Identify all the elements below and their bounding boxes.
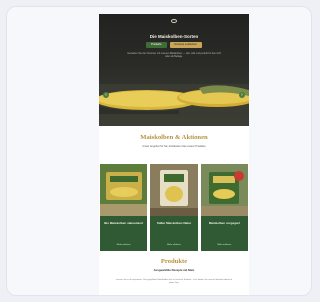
corn-image (99, 84, 249, 114)
product-image (200, 164, 248, 216)
product-card[interactable]: Süßer Maiskolben Natur Mehr erfahren (150, 164, 198, 251)
brand-logo (161, 18, 187, 31)
product-cta-link[interactable]: Mehr erfahren (209, 244, 240, 247)
products-button[interactable]: Produkte (146, 42, 167, 48)
product-name: Süßer Maiskolben Natur (156, 221, 192, 225)
recipes-section-subtitle: Ausgewählte Rezepte mit Mais (153, 268, 195, 272)
logo-mark-icon (171, 19, 177, 23)
product-card[interactable]: Maiskolben vorgegart Mehr erfahren (200, 164, 248, 251)
product-image (150, 164, 198, 216)
recipes-section-title: Produkte (160, 258, 188, 265)
email-preview: Die Maiskolben-Sorten Produkte Rezepte e… (99, 14, 249, 295)
product-name: Maiskolben vorgegart (208, 221, 240, 225)
product-image (100, 164, 148, 216)
product-card[interactable]: Bio Maiskolben vakuumiert Mehr erfahren (100, 164, 148, 251)
hero-banner: Die Maiskolben-Sorten Produkte Rezepte e… (99, 14, 249, 126)
products-section-title: Maiskolben & Aktionen (140, 134, 208, 141)
hero-buttons: Produkte Rezepte entdecken (99, 42, 249, 48)
recipes-section-text: Lassen Sie sich inspirieren: Von gegrill… (115, 279, 233, 284)
recipes-button[interactable]: Rezepte entdecken (169, 42, 202, 48)
product-grid: Bio Maiskolben vakuumiert Mehr erfahren … (99, 164, 249, 251)
carousel-next-icon[interactable]: › (239, 92, 245, 98)
hero-intro-text: Genießen Sie den Sommer mit unseren Mais… (127, 52, 221, 59)
products-section-subtitle: Unser Angebot für Sie: Entdecken Sie uns… (142, 145, 206, 148)
product-cta-link[interactable]: Mehr erfahren (158, 244, 189, 247)
preview-card: Die Maiskolben-Sorten Produkte Rezepte e… (6, 6, 312, 296)
carousel-prev-icon[interactable]: ‹ (103, 92, 109, 98)
hero-title: Die Maiskolben-Sorten (149, 34, 199, 39)
product-name: Bio Maiskolben vakuumiert (104, 221, 144, 225)
product-cta-link[interactable]: Mehr erfahren (108, 244, 139, 247)
